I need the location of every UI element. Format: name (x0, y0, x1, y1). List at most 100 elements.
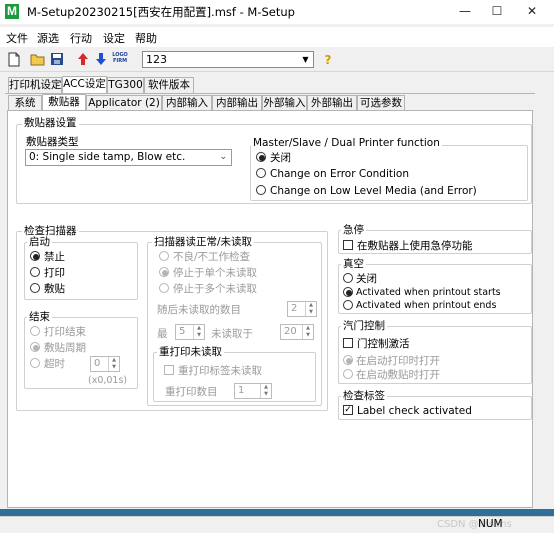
chevron-down-icon: ⌄ (219, 152, 227, 162)
status-bar: CSDN @rasens NUM (0, 516, 554, 533)
airgate-apply-radio[interactable] (343, 369, 353, 379)
timeout-spinner[interactable]: 0 ▲ ▼ (90, 356, 120, 372)
timeout-value: 0 (94, 358, 101, 369)
master-slave-title: Master/Slave / Dual Printer function (251, 137, 442, 149)
applicator-type-value: 0: Single side tamp, Blow etc. (29, 151, 186, 163)
save-icon[interactable] (49, 52, 65, 68)
tab-tg300[interactable]: TG300 (107, 77, 144, 93)
menu-action[interactable]: 行动 (70, 30, 92, 46)
read-stop-multi-radio[interactable] (159, 283, 169, 293)
window-title: M-Setup20230215[西安在用配置].msf - M-Setup (27, 5, 295, 19)
profile-select-value: 123 (146, 53, 167, 66)
tab-external-output[interactable]: 外部输出 (307, 95, 357, 111)
master-slave-off-radio[interactable] (256, 152, 266, 162)
chevron-down-icon: ▼ (302, 55, 309, 64)
start-title: 启动 (27, 236, 52, 248)
tab-printer-settings[interactable]: 打印机设定 (8, 77, 62, 93)
maximize-button[interactable]: ☐ (487, 2, 507, 20)
start-group (24, 242, 138, 300)
reprint-count-label: 重打印数目 (165, 386, 218, 398)
tab-external-input[interactable]: 外部输入 (262, 95, 307, 111)
read-stop-single-radio[interactable] (159, 267, 169, 277)
reprint-title: 重打印未读取 (157, 346, 224, 358)
spinner-arrows-icon: ▲ ▼ (108, 357, 119, 371)
master-slave-error-radio[interactable] (256, 168, 266, 178)
applicator-type-select[interactable]: 0: Single side tamp, Blow etc. ⌄ (25, 149, 232, 166)
download-arrow-icon[interactable] (93, 52, 109, 68)
close-button[interactable]: ✕ (522, 2, 542, 20)
master-slave-lowmedia-radio[interactable] (256, 185, 266, 195)
timeout-unit: (x0,01s) (88, 375, 128, 386)
estop-checkbox[interactable] (343, 240, 353, 250)
read-stop-multi-label: 停止于多个未读取 (173, 283, 257, 295)
applicator-settings-title: 敷贴器设置 (22, 117, 79, 129)
tab-applicator[interactable]: 敷贴器 (42, 94, 86, 111)
tab-optional-params[interactable]: 可选参数 (357, 95, 405, 111)
applicator-type-label: 敷贴器类型 (26, 136, 79, 148)
vacuum-off-label: 关闭 (356, 273, 377, 285)
help-icon[interactable]: ? (320, 52, 336, 68)
reprint-unread-checkbox[interactable] (164, 365, 174, 375)
read-stop-single-label: 停止于单个未读取 (173, 267, 257, 279)
start-print-radio[interactable] (30, 267, 40, 277)
profile-select[interactable]: 123 ▼ (142, 51, 314, 68)
label-check-label: Label check activated (357, 405, 472, 417)
window-frame-strip (0, 509, 554, 516)
airgate-print-label: 在启动打印时打开 (356, 355, 440, 367)
tab-software-version[interactable]: 软件版本 (144, 77, 194, 93)
tab-internal-input[interactable]: 内部输入 (162, 95, 212, 111)
tab-system[interactable]: 系统 (8, 95, 42, 111)
open-folder-icon[interactable] (30, 52, 46, 68)
num-lock-indicator: NUM (478, 518, 503, 530)
vacuum-start-radio[interactable] (343, 287, 353, 297)
tab-applicator-2[interactable]: Applicator (2) (86, 95, 162, 111)
menu-file[interactable]: 文件 (6, 30, 28, 46)
start-disabled-radio[interactable] (30, 251, 40, 261)
start-disabled-label: 禁止 (44, 251, 65, 263)
start-apply-radio[interactable] (30, 283, 40, 293)
end-print-radio[interactable] (30, 326, 40, 336)
reprint-count-spinner[interactable]: 1 ▲ ▼ (234, 383, 272, 399)
subsequent-unread-spinner[interactable]: 2 ▲ ▼ (287, 301, 317, 317)
subsequent-unread-label: 随后未读取的数目 (157, 304, 241, 316)
title-bar: M M-Setup20230215[西安在用配置].msf - M-Setup … (0, 0, 554, 24)
max-unread-spinner[interactable]: 5 ▲ ▼ (175, 324, 205, 340)
max-label: 最 (157, 328, 168, 340)
airgate-apply-label: 在启动敷贴时打开 (356, 369, 440, 381)
logo-firmware-icon[interactable]: LOGO FIRM (111, 52, 129, 68)
menu-settings[interactable]: 设定 (103, 30, 125, 46)
airgate-print-radio[interactable] (343, 355, 353, 365)
menu-bar: 文件 源选 行动 设定 帮助 (0, 27, 554, 47)
master-slave-off-label: 关闭 (270, 152, 291, 164)
end-print-label: 打印结束 (44, 326, 86, 338)
master-slave-lowmedia-label: Change on Low Level Media (and Error) (270, 185, 477, 197)
end-cycle-label: 敷贴周期 (44, 342, 86, 354)
menu-select[interactable]: 源选 (37, 30, 59, 46)
checkmark-icon: ✓ (344, 405, 352, 415)
airgate-checkbox[interactable] (343, 338, 353, 348)
end-cycle-radio[interactable] (30, 342, 40, 352)
new-file-icon[interactable] (6, 52, 22, 68)
reprint-unread-label: 重打印标签未读取 (178, 365, 262, 377)
label-check-checkbox[interactable]: ✓ (343, 405, 353, 415)
vacuum-end-radio[interactable] (343, 300, 353, 310)
spinner-arrows-icon: ▲ ▼ (302, 325, 313, 339)
tab-acc-settings[interactable]: ACC设定 (62, 76, 107, 93)
end-timeout-radio[interactable] (30, 358, 40, 368)
minimize-button[interactable]: — (455, 2, 475, 20)
upload-arrow-icon[interactable] (75, 52, 91, 68)
read-check-radio[interactable] (159, 251, 169, 261)
start-apply-label: 敷贴 (44, 283, 65, 295)
tab-internal-output[interactable]: 内部输出 (212, 95, 262, 111)
vacuum-end-label: Activated when printout ends (356, 300, 497, 311)
airgate-label: 门控制激活 (357, 338, 410, 350)
menu-help[interactable]: 帮助 (135, 30, 157, 46)
unread-in-value: 20 (284, 326, 297, 337)
read-check-label: 不良/不工作检查 (173, 251, 251, 263)
reprint-count-value: 1 (238, 385, 245, 396)
max-unread-value: 5 (179, 326, 186, 337)
spinner-arrows-icon: ▲ ▼ (260, 384, 271, 398)
vacuum-off-radio[interactable] (343, 273, 353, 283)
unread-in-spinner[interactable]: 20 ▲ ▼ (280, 324, 314, 340)
spinner-arrows-icon: ▲ ▼ (193, 325, 204, 339)
